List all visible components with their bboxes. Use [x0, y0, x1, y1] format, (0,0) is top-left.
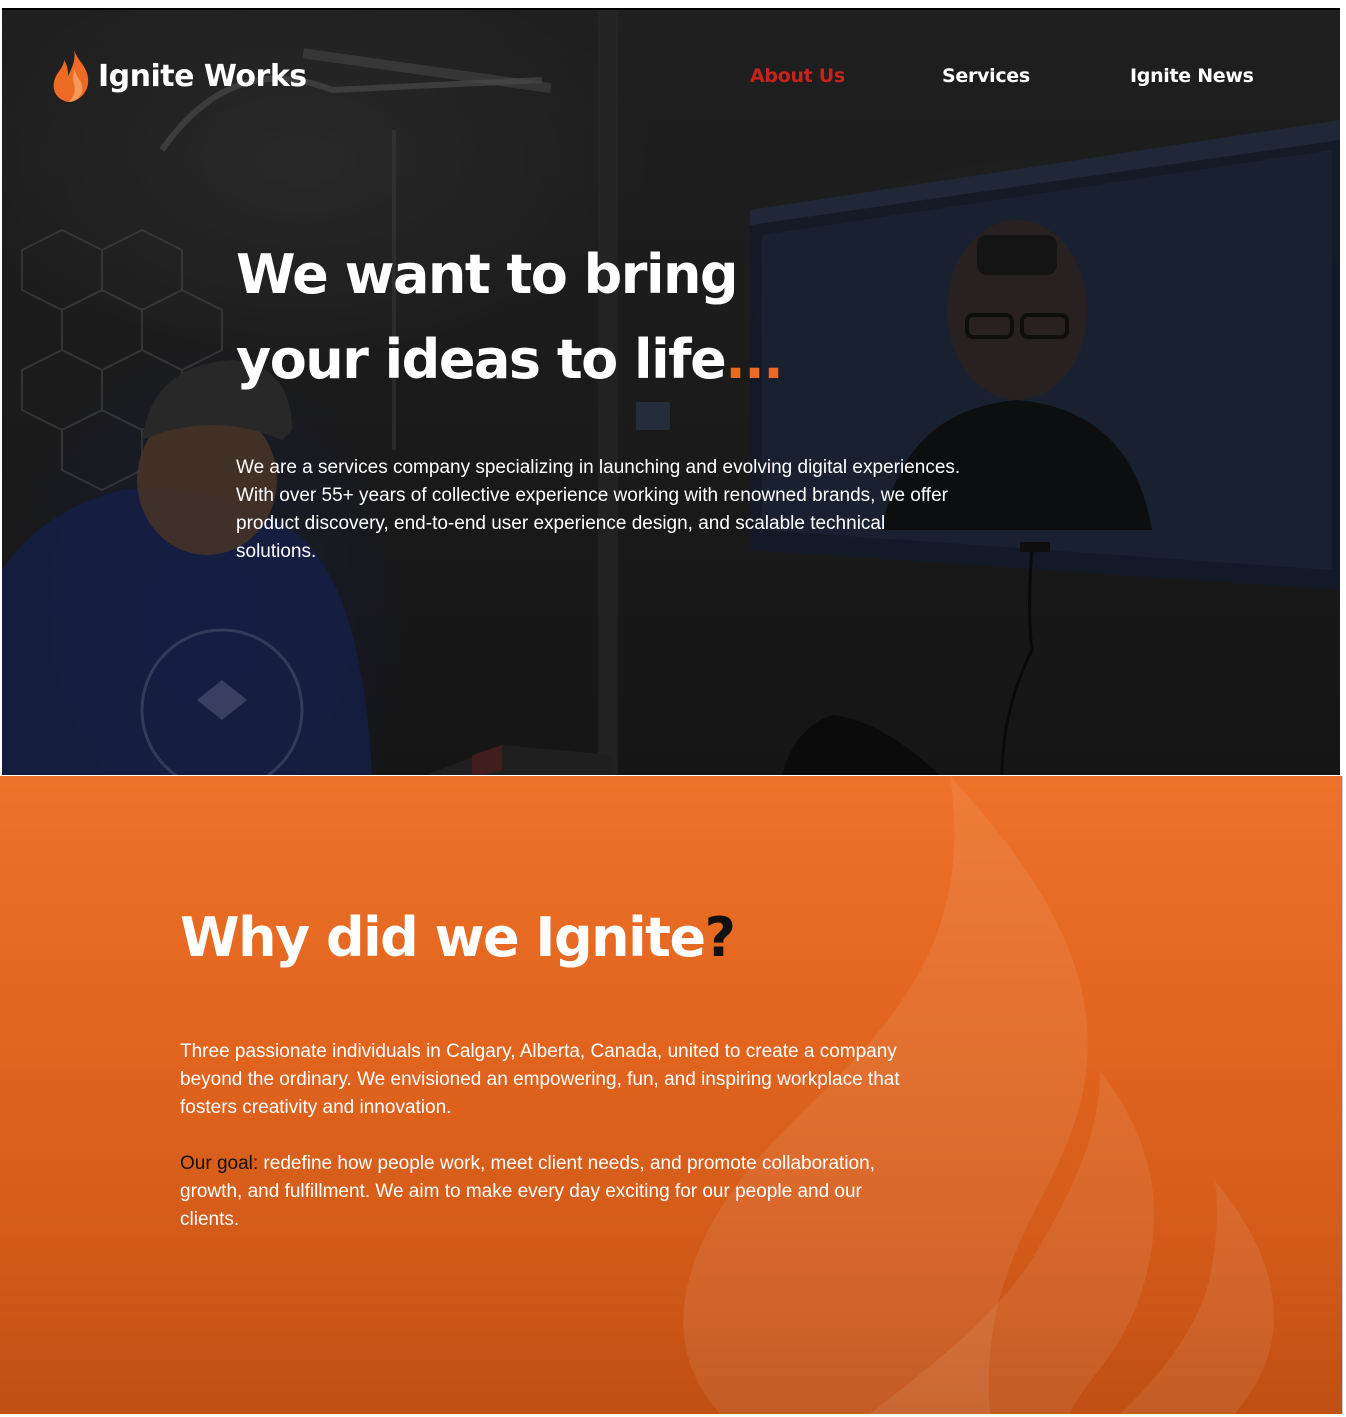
hero-title: We want to bring your ideas to life... — [236, 232, 936, 402]
why-paragraph: Three passionate individuals in Calgary,… — [180, 1041, 900, 1118]
hero-title-ellipsis: ... — [725, 328, 784, 391]
why-title-text: Why did we Ignite — [180, 906, 706, 969]
page: Ignite Works About Us Services Ignite Ne… — [0, 0, 1346, 1417]
goal-label: Our goal: — [180, 1153, 259, 1174]
nav-item-ignite-news[interactable]: Ignite News — [1130, 65, 1254, 87]
flame-icon — [53, 50, 89, 102]
why-title-question-mark: ? — [704, 906, 736, 969]
nav-item-about-us[interactable]: About Us — [750, 65, 845, 87]
why-title: Why did we Ignite? — [180, 898, 736, 978]
brand-name: Ignite Works — [98, 58, 307, 94]
goal-paragraph: Our goal: redefine how people work, meet… — [180, 1150, 900, 1234]
hero-section: Ignite Works About Us Services Ignite Ne… — [2, 8, 1340, 775]
hero-description: We are a services company specializing i… — [236, 457, 961, 562]
why-section: Why did we Ignite? Three passionate indi… — [0, 776, 1343, 1414]
goal-text: redefine how people work, meet client ne… — [180, 1153, 875, 1230]
brand-logo[interactable]: Ignite Works — [52, 48, 307, 104]
hero-title-line2: your ideas to life — [236, 328, 727, 391]
top-navigation: Ignite Works About Us Services Ignite Ne… — [2, 10, 1340, 150]
hero-title-line1: We want to bring — [236, 243, 739, 306]
nav-item-services[interactable]: Services — [942, 65, 1030, 87]
